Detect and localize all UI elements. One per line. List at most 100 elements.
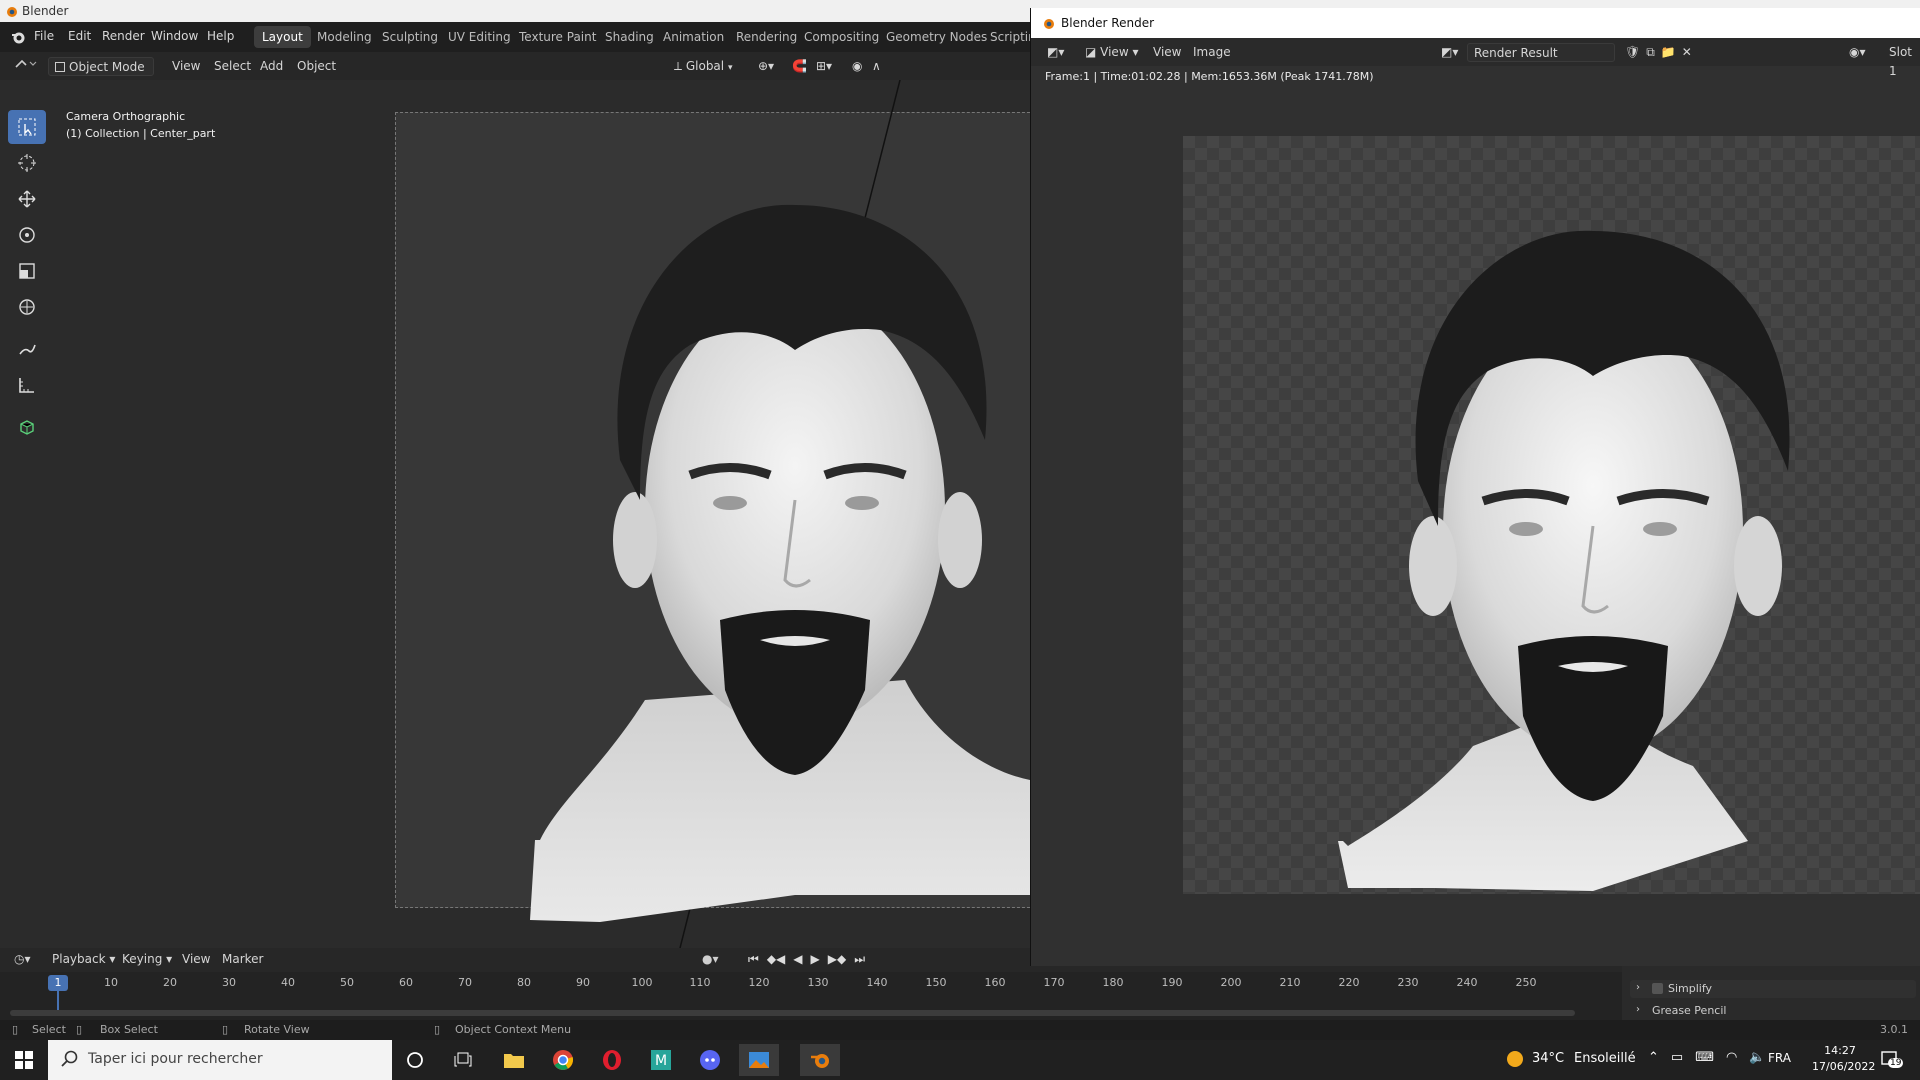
language-indicator[interactable]: FRA [1768,1051,1791,1065]
clock-date: 17/06/2022 [1812,1060,1876,1073]
windows-start-icon[interactable] [4,1044,44,1076]
timeline-menu-playback[interactable]: Playback ▾ [46,950,121,969]
move-tool[interactable] [8,182,46,216]
add-cube-tool[interactable] [8,410,46,444]
display-channels-icon[interactable]: ◉▾ [1843,43,1872,62]
weather-condition[interactable]: Ensoleillé [1574,1051,1636,1066]
measure-tool[interactable] [8,368,46,402]
simplify-label: Simplify [1668,982,1713,995]
render-view-dropdown[interactable]: ◪ View ▾ [1079,43,1144,62]
image-editor-type-icon[interactable]: ◩▾ [1041,43,1070,62]
tray-chevron-up-icon[interactable]: ⌃ [1648,1050,1659,1065]
render-stats: Frame:1 | Time:01:02.28 | Mem:1653.36M (… [1045,70,1374,83]
blender-menu-icon[interactable] [10,29,26,45]
image-browse-icon[interactable]: ◩▾ [1435,43,1464,62]
tab-rendering[interactable]: Rendering [728,26,805,48]
editor-type-icon[interactable] [8,57,44,76]
tab-texture-paint[interactable]: Texture Paint [511,26,604,48]
annotate-tool[interactable] [8,332,46,366]
render-window: Blender Render ◩▾ ◪ View ▾ View Image ◩▾… [1030,8,1920,966]
prev-keyframe-icon[interactable]: ◆◀ [767,952,785,967]
status-bar: ▯ Select ▯ Box Select ▯ Rotate View ▯ Ob… [0,1020,1920,1040]
task-view-icon[interactable] [443,1044,483,1076]
orientation-icon: ⟂ [674,59,683,73]
notification-center-icon[interactable]: 19 [1880,1050,1904,1068]
play-icon[interactable]: ▶ [811,952,820,967]
select-box-tool[interactable] [8,110,46,144]
grease-pencil-panel[interactable]: › Grease Pencil [1630,1004,1916,1020]
pivot-point-icon[interactable]: ⊕▾ [752,57,780,76]
rotate-tool[interactable] [8,218,46,252]
tab-uv-editing[interactable]: UV Editing [440,26,519,48]
snap-icon[interactable]: 🧲 [786,57,813,76]
viewport-menu-object[interactable]: Object [291,57,342,76]
timeline-menu-keying[interactable]: Keying ▾ [116,950,178,969]
cortana-icon[interactable] [395,1044,435,1076]
timeline-scrollbar[interactable] [10,1010,1575,1016]
blender-taskbar-icon[interactable] [800,1044,840,1076]
frame-label: 20 [163,976,177,989]
taskbar-search-box[interactable]: Taper ici pour rechercher [48,1040,392,1080]
play-reverse-icon[interactable]: ◀ [793,952,802,967]
record-keyframe-icon[interactable]: ●▾ [702,952,719,966]
snap-target-icon[interactable]: ⊞▾ [810,57,838,76]
search-icon [60,1050,78,1068]
new-image-icon[interactable]: ⧉ [1646,43,1655,62]
simplify-checkbox[interactable] [1652,983,1663,994]
close-icon[interactable]: ✕ [1682,43,1692,62]
opera-icon[interactable] [592,1044,632,1076]
menu-edit[interactable]: Edit [68,29,91,43]
timeline[interactable]: 1 10 20 30 40 50 60 70 80 90 100 110 120… [0,972,1622,1020]
timeline-editor-icon[interactable]: ◷▾ [8,950,37,969]
render-menu-view[interactable]: View [1147,43,1187,62]
fake-user-icon[interactable]: 🛡 [1625,43,1640,62]
timeline-menu-view[interactable]: View [176,950,216,969]
tab-geometry-nodes[interactable]: Geometry Nodes [878,26,995,48]
jump-start-icon[interactable]: ⏮ [748,952,759,967]
transform-orientation-dropdown[interactable]: ⟂ Global ▾ [668,57,738,76]
image-name-field[interactable]: Render Result [1467,43,1615,62]
viewport-menu-view[interactable]: View [166,57,206,76]
timeline-menu-marker[interactable]: Marker [216,950,269,969]
menu-help[interactable]: Help [207,29,234,43]
menu-window[interactable]: Window [151,29,198,43]
current-frame-indicator[interactable]: 1 [48,975,68,991]
tab-layout[interactable]: Layout [254,26,311,48]
tab-sculpting[interactable]: Sculpting [374,26,446,48]
viewport-menu-select[interactable]: Select [208,57,257,76]
falloff-icon[interactable]: ∧ [866,57,887,76]
chrome-icon[interactable] [543,1044,583,1076]
menu-file[interactable]: File [34,29,54,43]
wifi-icon[interactable]: ◠ [1726,1050,1737,1065]
frame-label: 150 [925,976,947,989]
discord-icon[interactable] [690,1044,730,1076]
frame-label: 250 [1515,976,1537,989]
slot-dropdown[interactable]: Slot 1 [1883,43,1920,78]
render-result-canvas[interactable] [1183,136,1920,894]
simplify-panel[interactable]: › Simplify [1630,980,1916,998]
3d-viewport[interactable]: Camera Orthographic (1) Collection | Cen… [0,80,1030,948]
clock[interactable]: 14:27 17/06/2022 [1812,1044,1876,1073]
jump-end-icon[interactable]: ⏭ [854,952,865,967]
viewport-menu-add[interactable]: Add [254,57,289,76]
file-explorer-icon[interactable] [494,1044,534,1076]
tray-device-icon[interactable]: ▭ [1671,1050,1683,1065]
weather-sun-icon[interactable] [1506,1050,1524,1068]
tab-compositing[interactable]: Compositing [796,26,887,48]
transform-tool[interactable] [8,290,46,324]
render-menu-image[interactable]: Image [1187,43,1237,62]
volume-icon[interactable]: 🔈 [1749,1050,1765,1065]
open-image-icon[interactable]: 📁 [1661,43,1676,62]
photos-icon[interactable] [739,1044,779,1076]
tab-shading[interactable]: Shading [597,26,662,48]
cursor-tool[interactable] [8,146,46,180]
tab-animation[interactable]: Animation [655,26,732,48]
maps-app-icon[interactable]: M [641,1044,681,1076]
tab-modeling[interactable]: Modeling [309,26,380,48]
mode-dropdown[interactable]: Object Mode ▾ [48,57,154,93]
weather-temperature[interactable]: 34°C [1532,1051,1564,1066]
menu-render[interactable]: Render [102,29,145,43]
next-keyframe-icon[interactable]: ▶◆ [828,952,846,967]
scale-tool[interactable] [8,254,46,288]
tray-keyboard-icon[interactable]: ⌨ [1695,1050,1714,1065]
